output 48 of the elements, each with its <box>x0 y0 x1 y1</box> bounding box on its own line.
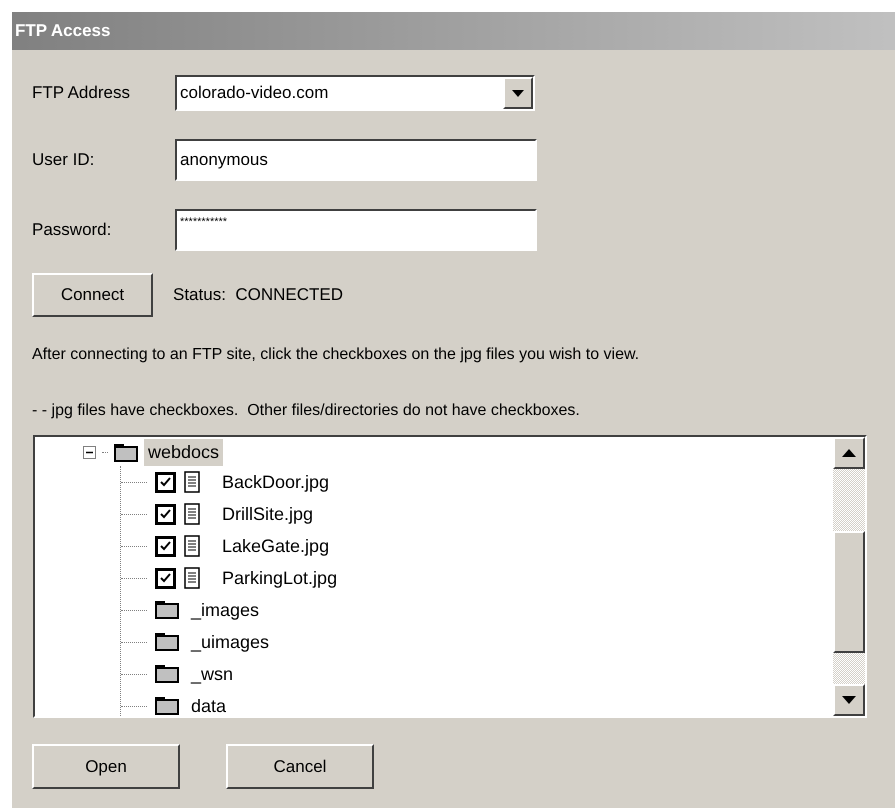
scrollbar[interactable] <box>833 437 865 716</box>
file-name[interactable]: DrillSite.jpg <box>218 500 318 528</box>
dialog-button[interactable]: Cancel <box>226 744 374 789</box>
folder-name[interactable]: _uimages <box>187 628 274 656</box>
down-arrow-icon <box>842 696 856 704</box>
scroll-thumb[interactable] <box>833 531 865 653</box>
field-label: Password: <box>32 219 112 242</box>
instruction-text: After connecting to an FTP site, click the checkboxes on the jpg files you wish to view. <box>32 345 640 365</box>
document-icon <box>184 535 200 557</box>
folder-icon <box>155 633 179 651</box>
folder-name[interactable]: data <box>187 692 230 716</box>
instruction-text: - - jpg files have checkboxes. Other files/directories do not have checkboxes. <box>32 401 581 421</box>
check-icon <box>160 477 171 487</box>
file-name[interactable]: BackDoor.jpg <box>218 468 334 496</box>
dropdown-button[interactable] <box>503 77 533 109</box>
scroll-up-button[interactable] <box>833 437 865 469</box>
status-text: Status: CONNECTED <box>173 284 344 306</box>
field-label: FTP Address <box>32 82 131 104</box>
file-name[interactable]: LakeGate.jpg <box>218 532 334 560</box>
check-icon <box>160 541 171 551</box>
check-icon <box>160 509 171 519</box>
checkbox[interactable] <box>155 536 176 556</box>
folder-name[interactable]: _images <box>187 596 264 624</box>
address-dropdown[interactable]: colorado-video.com <box>175 75 535 111</box>
up-arrow-icon <box>842 449 856 457</box>
document-icon <box>184 471 200 493</box>
folder-name[interactable]: webdocs <box>144 439 224 466</box>
dialog-button[interactable]: Open <box>32 744 180 789</box>
folder-icon <box>155 665 179 683</box>
collapse-icon[interactable] <box>83 446 96 459</box>
folder-icon <box>155 601 179 619</box>
document-icon <box>184 503 200 525</box>
input-field[interactable]: *********** <box>175 209 537 251</box>
connect-button[interactable]: Connect <box>32 273 153 317</box>
checkbox[interactable] <box>155 472 176 492</box>
document-icon <box>184 567 200 589</box>
checkbox[interactable] <box>155 504 176 524</box>
folder-icon <box>155 697 179 715</box>
input-field[interactable]: anonymous <box>175 139 537 181</box>
check-icon <box>160 573 171 583</box>
window-title: FTP Access <box>15 20 110 42</box>
checkbox[interactable] <box>155 568 176 588</box>
scroll-down-button[interactable] <box>833 684 865 716</box>
field-label: User ID: <box>32 149 96 172</box>
file-name[interactable]: ParkingLot.jpg <box>218 564 342 592</box>
folder-icon <box>114 444 138 462</box>
folder-name[interactable]: _wsn <box>187 660 238 688</box>
caret-icon <box>512 90 524 96</box>
